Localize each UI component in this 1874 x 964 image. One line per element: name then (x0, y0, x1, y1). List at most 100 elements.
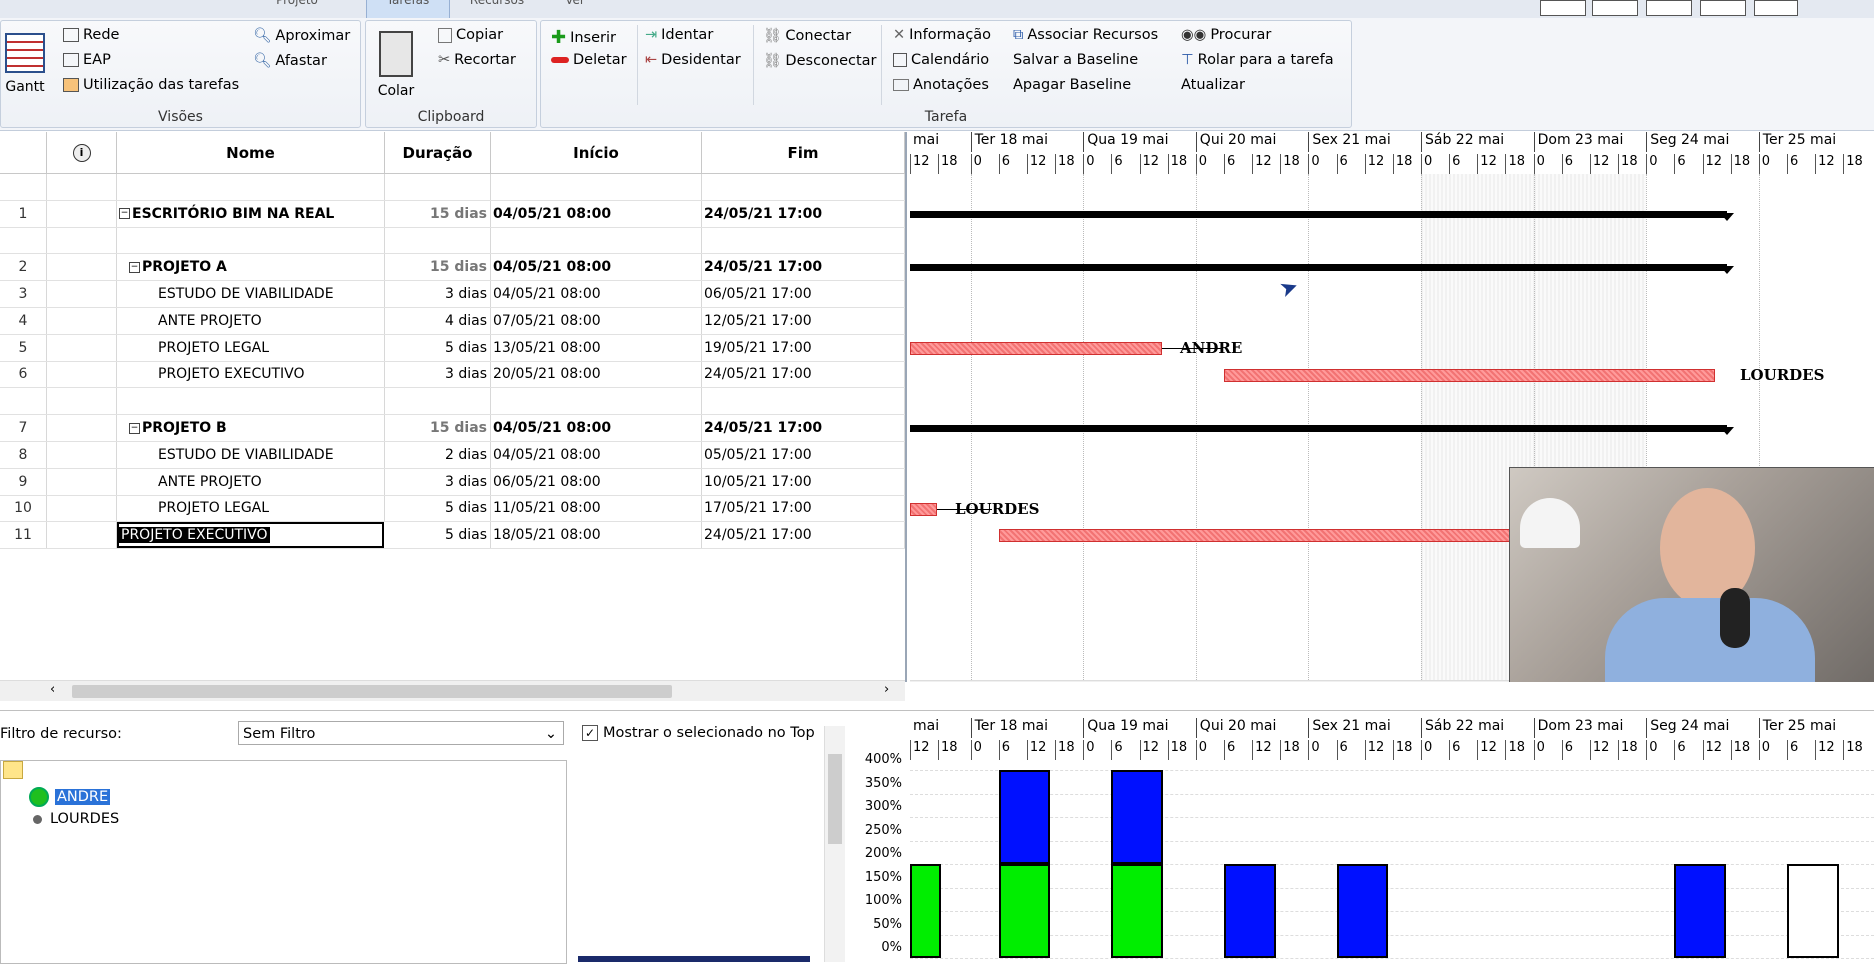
rede-button[interactable]: Rede (63, 27, 119, 43)
table-row[interactable]: 3 ESTUDO DE VIABILIDADE 3 dias 04/05/21 08:… (0, 281, 905, 308)
task-bar-projeto-executivo-b[interactable] (998, 529, 1559, 543)
task-bar-projeto-legal-b[interactable] (910, 502, 937, 516)
task-row-number[interactable]: 1 (0, 200, 47, 227)
header-row-number (0, 132, 47, 174)
toolbar-icon-2[interactable] (1592, 0, 1638, 16)
task-bar-projeto-legal-a[interactable] (910, 341, 1162, 355)
summary-bar[interactable] (910, 210, 1728, 218)
desidentar-button[interactable]: ⇤ Desidentar (645, 52, 741, 68)
task-row-number[interactable]: 10 (0, 495, 47, 522)
resource-vscrollbar[interactable] (824, 726, 845, 962)
summary-bar[interactable] (910, 264, 1728, 272)
calendario-button[interactable]: Calendário (893, 52, 989, 68)
task-row-number[interactable]: 3 (0, 281, 47, 307)
task-row-number[interactable] (0, 388, 47, 415)
table-row[interactable]: 1− ESCRITÓRIO BIM NA REAL 15 dias 04/05/21 … (0, 200, 905, 228)
rolar-tarefa-button[interactable]: ⊤ Rolar para a tarefa (1181, 52, 1334, 68)
toolbar-icon-4[interactable] (1700, 0, 1746, 16)
associar-recursos-button[interactable]: ⧉ Associar Recursos (1013, 27, 1158, 43)
header-duracao[interactable]: Duração (385, 132, 491, 174)
tab-projeto[interactable]: Projeto (258, 0, 336, 18)
resource-scroll-thumb[interactable] (828, 754, 842, 844)
blank-row[interactable] (0, 174, 905, 201)
toolbar-icon-3[interactable] (1646, 0, 1692, 16)
task-row-number[interactable]: 6 (0, 361, 47, 388)
header-fim[interactable]: Fim (702, 132, 905, 174)
anotacoes-button[interactable]: Anotações (893, 77, 989, 93)
deletar-button[interactable]: Deletar (551, 52, 627, 68)
apagar-baseline-button[interactable]: Apagar Baseline (1013, 77, 1131, 93)
aproximar-button[interactable]: 🔍︎ Aproximar (253, 27, 350, 45)
task-row-number[interactable]: 7 (0, 415, 47, 441)
salvar-baseline-button[interactable]: Salvar a Baseline (1013, 52, 1138, 68)
task-row-number[interactable]: 9 (0, 468, 47, 495)
task-row-number[interactable]: 11 (0, 522, 47, 549)
table-row[interactable]: 9 ANTE PROJETO 3 dias 06/05/21 08:00 10/05/2… (0, 468, 905, 496)
collapse-toggle-icon[interactable]: − (129, 261, 140, 273)
desconectar-button[interactable]: ⛓ Desconectar (763, 52, 877, 70)
procurar-button[interactable]: ◉◉ Procurar (1181, 27, 1271, 43)
resource-andre[interactable]: ANDRE (29, 787, 111, 807)
header-inicio[interactable]: Início (491, 132, 702, 174)
group-label-clipboard: Clipboard (417, 109, 485, 125)
conectar-button[interactable]: ⛓ Conectar (763, 27, 851, 45)
histogram-bar-andre (1111, 864, 1163, 958)
atualizar-button[interactable]: Atualizar (1181, 77, 1245, 93)
copiar-button[interactable]: Copiar (438, 27, 503, 43)
afastar-button[interactable]: 🔍︎ Afastar (253, 52, 327, 70)
scroll-right-icon[interactable]: › (884, 682, 889, 697)
table-horizontal-scrollbar[interactable]: ‹ › (0, 680, 905, 701)
histogram-y-tick: 350% (864, 775, 902, 791)
task-row-number[interactable]: 4 (0, 308, 47, 334)
task-name-edit-field[interactable]: PROJETO EXECUTIVO (119, 527, 270, 544)
header-indicators[interactable]: i (47, 132, 117, 174)
toolbar-icon-1[interactable] (1540, 0, 1586, 16)
inserir-button[interactable]: ✚ Inserir (551, 27, 616, 48)
table-row[interactable]: 5 PROJETO LEGAL 5 dias 13/05/21 08:00 19/05/… (0, 334, 905, 362)
separator (881, 25, 882, 105)
table-row[interactable]: 7− PROJETO B 15 dias 04/05/21 08:00 24/05/21… (0, 415, 905, 442)
gantt-chart: mai 12 18 Ter 18 mai 0 6 12 18 Qua 19 mai 0 6 12 18 Q… (910, 132, 1874, 682)
blank-row[interactable] (0, 227, 905, 255)
resource-green-icon (29, 787, 49, 807)
toolbar-field[interactable] (1754, 0, 1798, 16)
task-start: 04/05/21 08:00 (491, 415, 702, 441)
histogram-gridline (910, 911, 1874, 912)
colar-button[interactable]: Colar (374, 31, 418, 99)
table-row[interactable]: 2− PROJETO A 15 dias 04/05/21 08:00 24/05/21… (0, 254, 905, 282)
task-row-number[interactable]: 5 (0, 334, 47, 361)
table-row[interactable]: 4 ANTE PROJETO 4 dias 07/05/21 08:00 12/05/2… (0, 308, 905, 335)
task-bar-projeto-executivo-a[interactable] (1223, 368, 1715, 382)
checkbox-checked-icon: ✓ (582, 725, 598, 741)
identar-button[interactable]: ⇥ Identar (645, 27, 713, 43)
show-selected-checkbox[interactable]: ✓ Mostrar o selecionado no Top (582, 725, 815, 741)
blank-row[interactable] (0, 388, 905, 416)
table-scroll-thumb[interactable] (72, 685, 672, 698)
filter-select[interactable]: Sem Filtro ⌄ (238, 721, 564, 745)
histogram-y-tick: 200% (864, 846, 902, 861)
summary-bar[interactable] (910, 425, 1728, 433)
collapse-toggle-icon[interactable]: − (129, 422, 140, 434)
table-row[interactable]: 10 PROJETO LEGAL 5 dias 11/05/21 08:00 17/05… (0, 495, 905, 523)
tab-ver[interactable]: Ver (550, 0, 600, 18)
task-row-number[interactable]: 8 (0, 442, 47, 468)
splitter[interactable] (0, 710, 1874, 711)
scroll-left-icon[interactable]: ‹ (50, 682, 55, 697)
eap-button[interactable]: EAP (63, 52, 111, 68)
gantt-button[interactable]: Gantt (3, 33, 47, 95)
task-row-number[interactable] (0, 174, 47, 200)
table-row[interactable]: 8 ESTUDO DE VIABILIDADE 2 dias 04/05/21 08:… (0, 442, 905, 469)
header-nome[interactable]: Nome (117, 132, 385, 174)
tab-tarefas[interactable]: Tarefas (366, 0, 450, 19)
resource-lourdes[interactable]: LOURDES (33, 811, 119, 827)
recortar-button[interactable]: ✂ Recortar (438, 52, 516, 68)
tab-recursos[interactable]: Recursos (452, 0, 542, 18)
task-row-number[interactable]: 2 (0, 254, 47, 281)
utilizacao-button[interactable]: Utilização das tarefas (63, 77, 239, 93)
task-row-number[interactable] (0, 227, 47, 254)
table-row[interactable]: 11 PROJETO EXECUTIVO 5 dias 18/05/21 08:00 2… (0, 522, 905, 550)
informacao-button[interactable]: ✕ Informação (893, 27, 991, 43)
collapse-toggle-icon[interactable]: − (119, 208, 130, 220)
procurar-label: Procurar (1210, 27, 1272, 43)
table-row[interactable]: 6 PROJETO EXECUTIVO 3 dias 20/05/21 08:00 24… (0, 361, 905, 389)
